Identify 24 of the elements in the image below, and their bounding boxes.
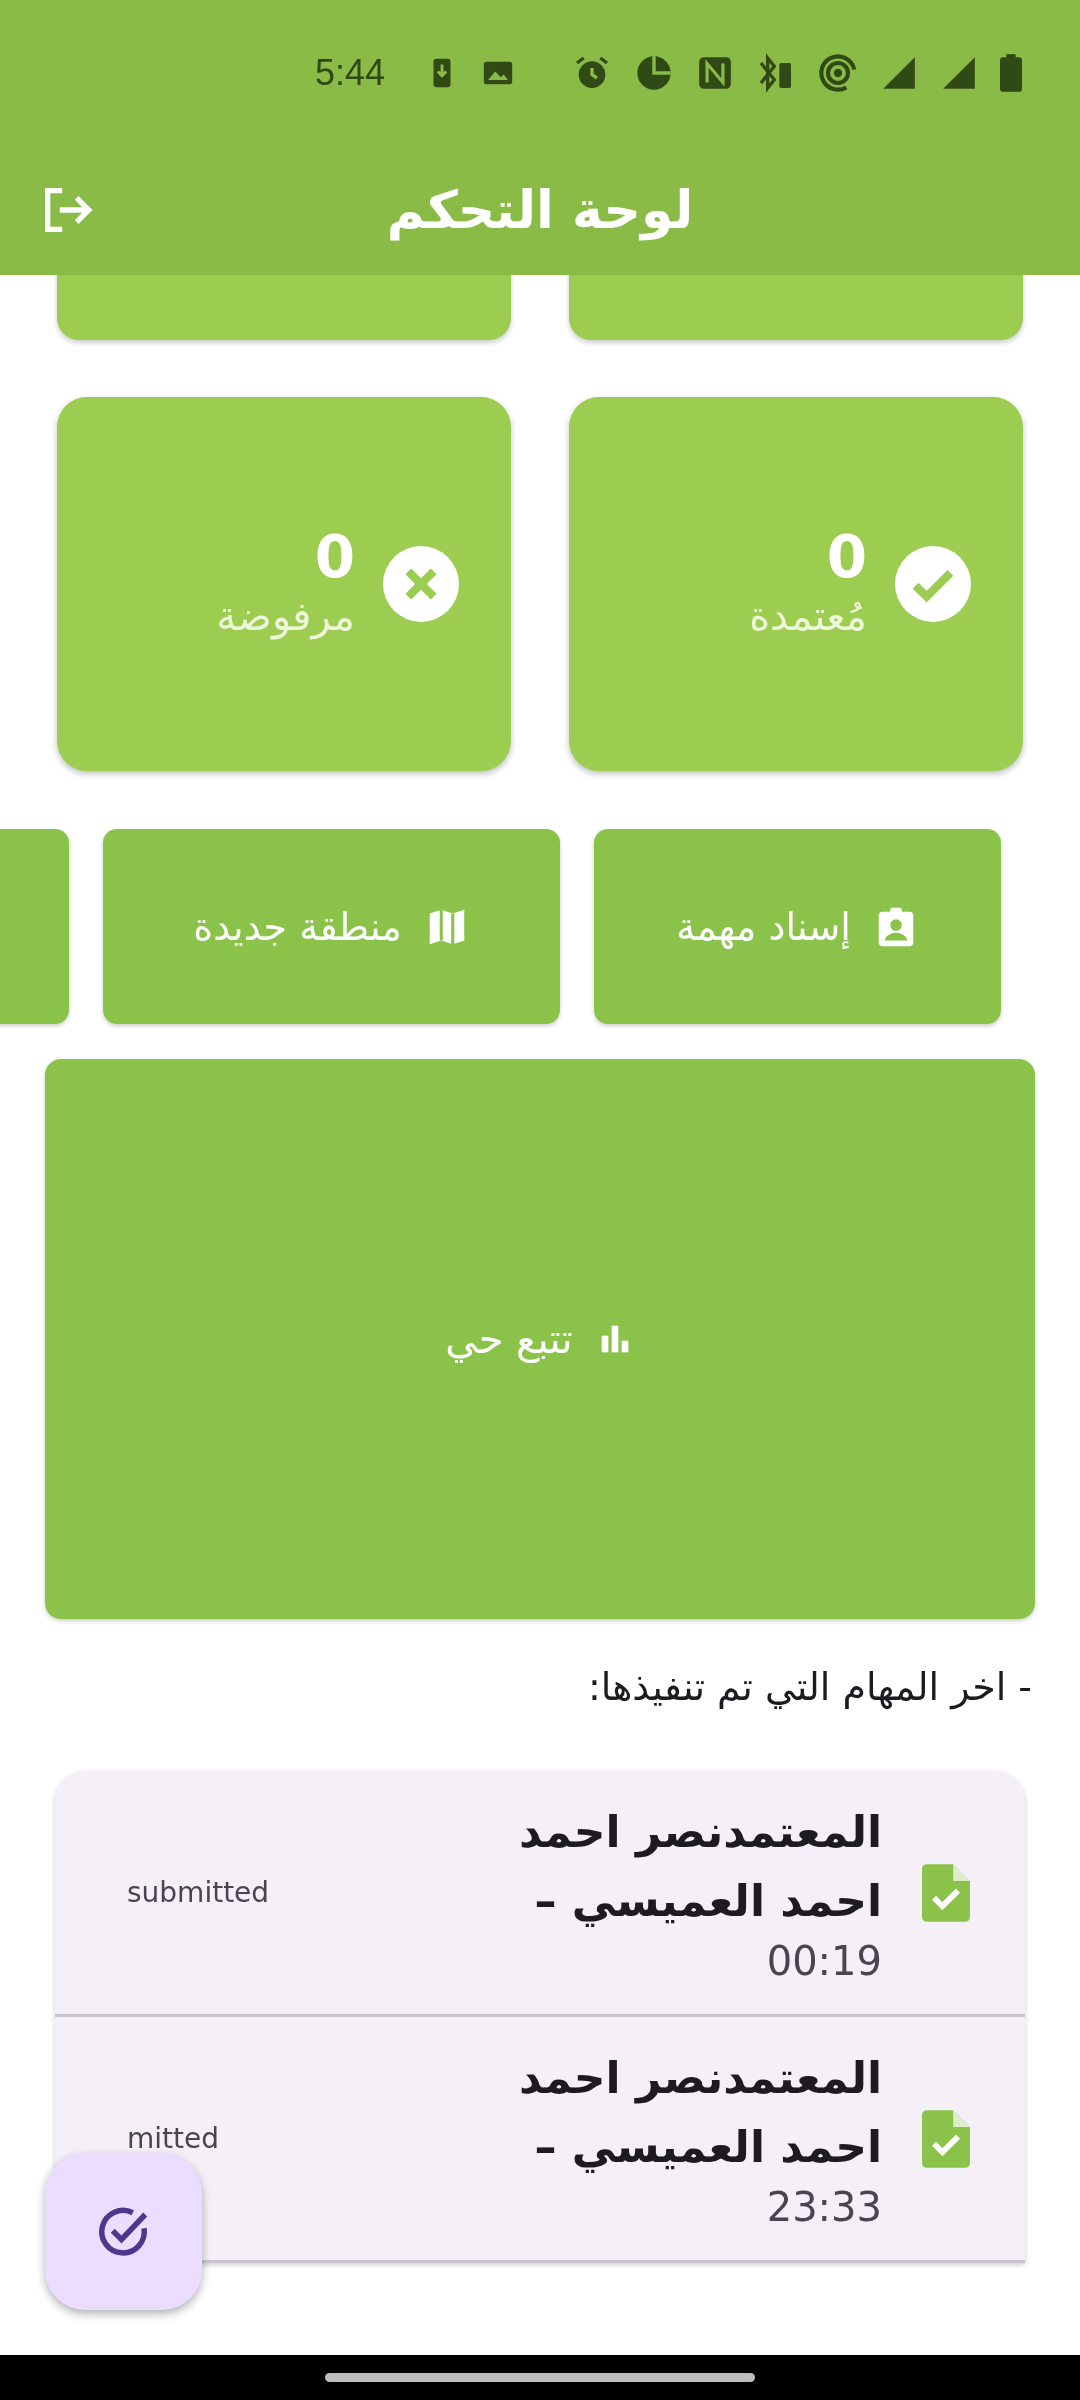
file-check-icon: [922, 2108, 970, 2169]
live-tracking-button[interactable]: تتبع حي: [45, 1059, 1035, 1619]
close-icon: [383, 546, 459, 622]
home-handle[interactable]: [325, 2373, 755, 2382]
task-time: 23:33: [766, 2182, 882, 2232]
task-done-button[interactable]: [45, 2153, 202, 2310]
check-icon: [895, 546, 971, 622]
file-check-icon: [922, 1862, 970, 1923]
screen-title: لوحة التحكم: [386, 180, 694, 240]
task-title: المعتمدنصر احمد احمد العميسي –: [517, 2051, 882, 2175]
stat-label: مُعتمدة: [749, 591, 867, 641]
section-heading: - اخر المهام التي تم تنفيذها:: [587, 1665, 1032, 1709]
stat-count: 0: [314, 526, 355, 590]
stat-count: 0: [826, 526, 867, 590]
task-title: المعتمدنصر احمد احمد العميسي –: [517, 1805, 882, 1929]
status-time: 5:44: [315, 51, 386, 94]
task-time: 00:19: [766, 1936, 882, 1986]
task-status: mitted: [127, 2122, 219, 2155]
action-button[interactable]: إسناد مهمة: [594, 829, 1001, 1024]
hotspot-icon: [818, 52, 858, 93]
battery-icon: [1000, 53, 1022, 92]
stat-label: مرفوضة: [216, 591, 355, 642]
task-status: submitted: [127, 1876, 270, 1909]
action-button[interactable]: منطقة جديدة: [103, 829, 560, 1024]
